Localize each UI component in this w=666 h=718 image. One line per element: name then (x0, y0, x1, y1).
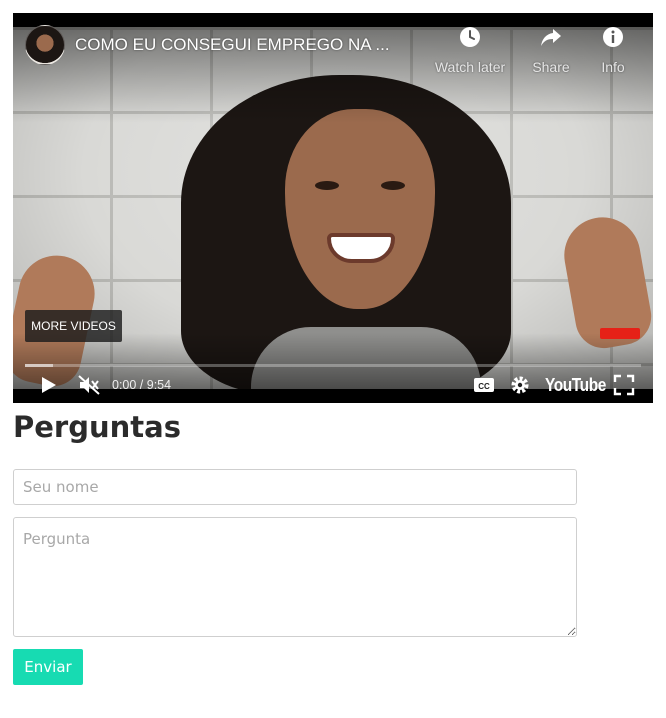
time-display: 0:00 / 9:54 (112, 378, 172, 392)
more-videos-button[interactable]: MORE VIDEOS (25, 310, 122, 342)
page-title: Perguntas (13, 410, 181, 444)
progress-bar[interactable] (25, 364, 641, 367)
settings-gear-icon[interactable] (509, 374, 531, 396)
channel-watermark[interactable] (600, 328, 640, 339)
share-arrow-icon (541, 29, 561, 46)
play-icon[interactable] (37, 374, 59, 396)
youtube-logo[interactable]: YouTube (545, 375, 606, 396)
watch-later-button[interactable]: Watch later (434, 25, 506, 75)
video-title[interactable]: COMO EU CONSEGUI EMPREGO NA ... (75, 35, 435, 55)
svg-text:CC: CC (478, 382, 490, 391)
info-label: Info (601, 59, 625, 75)
mute-icon[interactable] (77, 374, 101, 396)
progress-loaded (25, 364, 53, 367)
fullscreen-icon[interactable] (613, 374, 635, 396)
watch-later-label: Watch later (434, 59, 506, 75)
info-icon (603, 27, 623, 47)
name-input[interactable] (13, 469, 577, 505)
clock-icon (460, 27, 480, 47)
send-button[interactable]: Enviar (13, 649, 83, 685)
player-controls: 0:00 / 9:54 CC YouTube (13, 371, 653, 401)
closed-captions-icon[interactable]: CC (473, 374, 495, 396)
info-button[interactable]: Info (577, 25, 649, 75)
question-textarea[interactable] (13, 517, 577, 637)
channel-avatar[interactable] (25, 25, 65, 65)
video-player[interactable]: COMO EU CONSEGUI EMPREGO NA ... Watch la… (13, 13, 653, 403)
